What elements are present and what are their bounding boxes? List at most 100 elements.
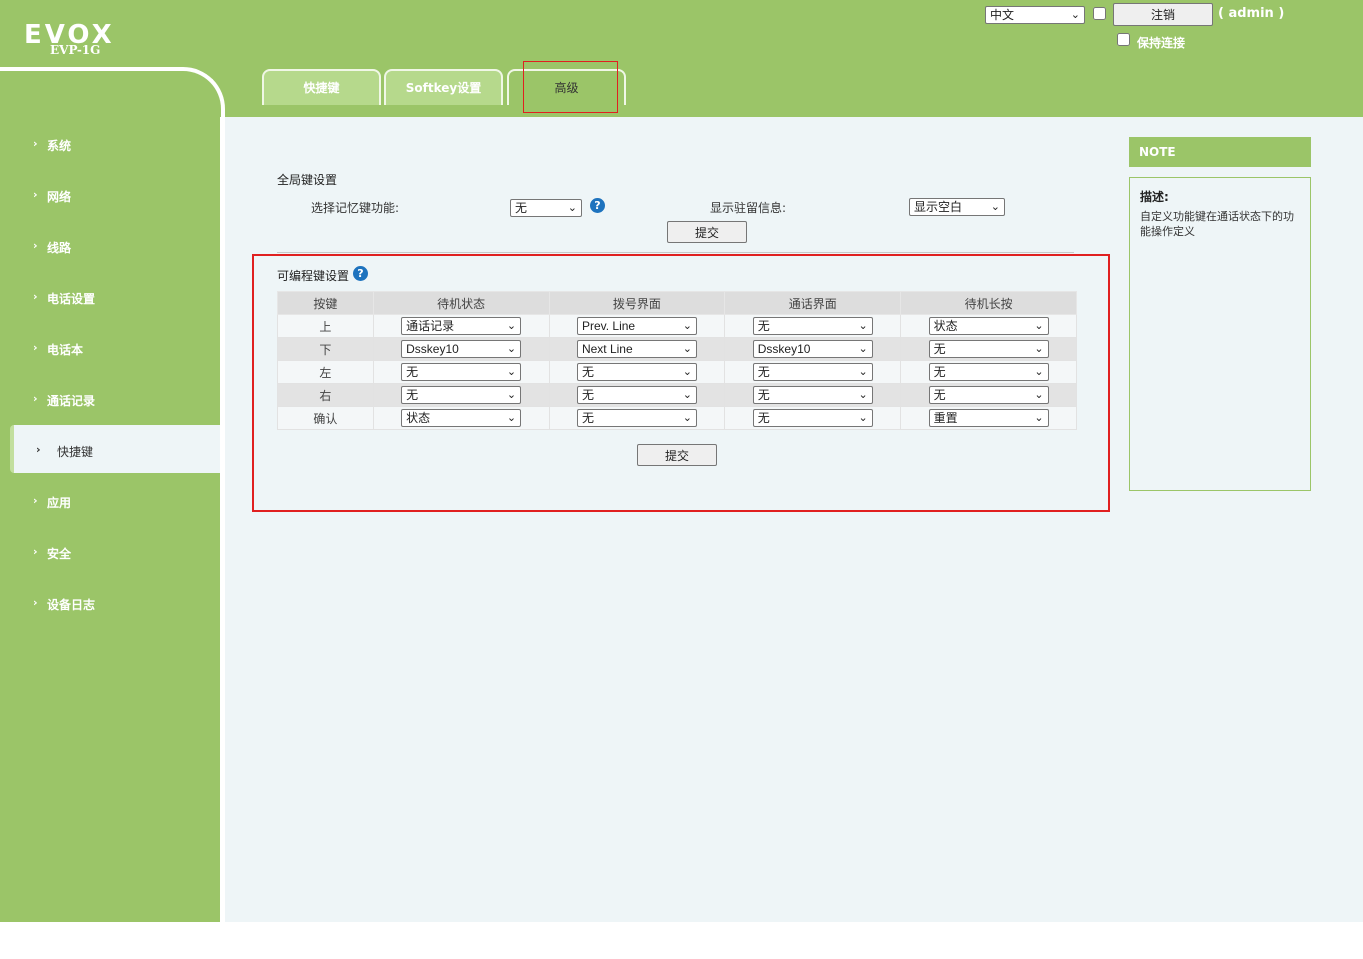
- dial-select[interactable]: 无 ⌄: [576, 386, 697, 404]
- idle-select[interactable]: 通话记录 ⌄: [401, 317, 522, 335]
- chevron-down-icon: ⌄: [858, 366, 868, 378]
- sidebar-item-phonebook[interactable]: › 电话本: [0, 323, 220, 371]
- table-row: 左 无 ⌄ 无 ⌄ 无 ⌄ 无 ⌄: [277, 360, 1077, 384]
- chevron-down-icon: ⌄: [858, 320, 868, 332]
- chevron-right-icon: ›: [33, 239, 38, 252]
- chevron-down-icon: ⌄: [506, 389, 517, 401]
- chevron-right-icon: ›: [33, 188, 38, 201]
- talk-cell: 无 ⌄: [724, 314, 902, 338]
- table-row: 右 无 ⌄ 无 ⌄ 无 ⌄ 无 ⌄: [277, 383, 1077, 407]
- idle-display-value: 显示空白: [914, 200, 963, 214]
- programmable-submit-button[interactable]: 提交: [637, 444, 717, 466]
- sidebar-item-call-log[interactable]: › 通话记录: [0, 374, 220, 422]
- idle-select[interactable]: 状态 ⌄: [401, 409, 522, 427]
- dial-cell: 无 ⌄: [548, 360, 726, 384]
- talk-select[interactable]: 无 ⌄: [752, 317, 873, 335]
- key-name-cell: 确认: [277, 406, 374, 430]
- chevron-down-icon: ⌄: [682, 412, 692, 424]
- chevron-right-icon: ›: [33, 341, 38, 354]
- select-value: 状态: [406, 411, 431, 425]
- select-value: Dsskey10: [406, 342, 459, 356]
- long-press-select[interactable]: 重置 ⌄: [928, 409, 1049, 427]
- help-icon[interactable]: ?: [590, 198, 605, 213]
- logout-button[interactable]: 注销: [1113, 3, 1213, 26]
- chevron-down-icon: ⌄: [506, 343, 517, 355]
- sidebar-item-phone-settings[interactable]: › 电话设置: [0, 272, 220, 320]
- idle-display-label: 显示驻留信息:: [710, 201, 787, 215]
- sidebar-item-label: 电话本: [47, 343, 84, 357]
- column-header-idle: 待机状态: [372, 291, 550, 315]
- select-value: 无: [933, 342, 946, 356]
- dial-select[interactable]: Prev. Line ⌄: [576, 317, 697, 335]
- talk-cell: 无 ⌄: [724, 360, 902, 384]
- sidebar-item-label: 应用: [47, 496, 72, 510]
- talk-select[interactable]: Dsskey10 ⌄: [752, 340, 873, 358]
- column-header-long-press: 待机长按: [900, 291, 1077, 315]
- dial-cell: Next Line ⌄: [548, 337, 726, 361]
- sidebar-item-label: 安全: [47, 547, 72, 561]
- long-press-select[interactable]: 状态 ⌄: [928, 317, 1049, 335]
- tab-shortcut-keys[interactable]: 快捷键: [262, 69, 381, 105]
- chevron-right-icon: ›: [33, 545, 38, 558]
- sidebar-item-security[interactable]: › 安全: [0, 527, 220, 575]
- idle-display-select[interactable]: 显示空白 ⌄: [909, 198, 1005, 216]
- long-press-select[interactable]: 无 ⌄: [928, 386, 1049, 404]
- idle-select[interactable]: 无 ⌄: [401, 363, 522, 381]
- app-root: EVOX EVP-1G 中文 ⌄ 注销 ( admin ) 保持连接 快捷键 S…: [0, 0, 1363, 959]
- chevron-down-icon: ⌄: [858, 389, 868, 401]
- global-submit-button[interactable]: 提交: [667, 221, 747, 243]
- dial-cell: Prev. Line ⌄: [548, 314, 726, 338]
- dial-select[interactable]: 无 ⌄: [576, 363, 697, 381]
- idle-cell: Dsskey10 ⌄: [372, 337, 550, 361]
- dial-select[interactable]: Next Line ⌄: [576, 340, 697, 358]
- idle-select[interactable]: Dsskey10 ⌄: [401, 340, 522, 358]
- long-press-cell: 无 ⌄: [900, 337, 1077, 361]
- column-header-key: 按键: [277, 291, 374, 315]
- idle-cell: 无 ⌄: [372, 360, 550, 384]
- column-header-talk: 通话界面: [724, 291, 902, 315]
- sidebar-item-shortcut-keys[interactable]: › 快捷键: [10, 425, 220, 473]
- idle-cell: 无 ⌄: [372, 383, 550, 407]
- help-icon[interactable]: ?: [353, 266, 368, 281]
- talk-select[interactable]: 无 ⌄: [752, 363, 873, 381]
- programmable-keys-table: 按键 待机状态 拨号界面 通话界面 待机长按 上 通话记录 ⌄ Prev. Lin…: [277, 291, 1077, 430]
- talk-select[interactable]: 无 ⌄: [752, 409, 873, 427]
- sidebar-item-line[interactable]: › 线路: [0, 221, 220, 269]
- select-value: 无: [757, 411, 770, 425]
- sidebar-item-label: 系统: [47, 139, 72, 153]
- chevron-down-icon: ⌄: [682, 343, 692, 355]
- keep-connected-label: 保持连接: [1137, 36, 1186, 50]
- tab-softkey-settings[interactable]: Softkey设置: [384, 69, 503, 105]
- sidebar-item-applications[interactable]: › 应用: [0, 476, 220, 524]
- sidebar-item-device-log[interactable]: › 设备日志: [0, 578, 220, 626]
- sidebar-item-network[interactable]: › 网络: [0, 170, 220, 218]
- sidebar-item-label: 设备日志: [47, 598, 96, 612]
- language-select[interactable]: 中文 ⌄: [985, 6, 1085, 24]
- note-panel: 描述: 自定义功能键在通话状态下的功能操作定义: [1129, 177, 1311, 491]
- key-name-cell: 上: [277, 314, 374, 338]
- chevron-down-icon: ⌄: [1034, 366, 1044, 378]
- header-checkbox[interactable]: [1093, 7, 1106, 20]
- language-value: 中文: [990, 8, 1015, 22]
- brand-logo: EVOX EVP-1G: [24, 22, 115, 57]
- select-value: 无: [757, 365, 770, 379]
- idle-cell: 状态 ⌄: [372, 406, 550, 430]
- select-value: 无: [757, 319, 770, 333]
- table-row: 确认 状态 ⌄ 无 ⌄ 无 ⌄ 重置 ⌄: [277, 406, 1077, 430]
- long-press-select[interactable]: 无 ⌄: [928, 340, 1049, 358]
- chevron-right-icon: ›: [33, 392, 38, 405]
- memory-key-select[interactable]: 无 ⌄: [510, 199, 582, 217]
- keep-connected-checkbox[interactable]: [1117, 33, 1130, 46]
- select-value: 重置: [933, 411, 958, 425]
- talk-cell: 无 ⌄: [724, 406, 902, 430]
- user-label: ( admin ): [1218, 6, 1285, 21]
- long-press-select[interactable]: 无 ⌄: [928, 363, 1049, 381]
- idle-select[interactable]: 无 ⌄: [401, 386, 522, 404]
- select-value: 无: [406, 388, 419, 402]
- sidebar-item-label: 快捷键: [57, 445, 94, 459]
- talk-select[interactable]: 无 ⌄: [752, 386, 873, 404]
- sidebar-item-label: 网络: [47, 190, 72, 204]
- dial-select[interactable]: 无 ⌄: [576, 409, 697, 427]
- long-press-cell: 无 ⌄: [900, 383, 1077, 407]
- sidebar-item-system[interactable]: › 系统: [0, 119, 220, 167]
